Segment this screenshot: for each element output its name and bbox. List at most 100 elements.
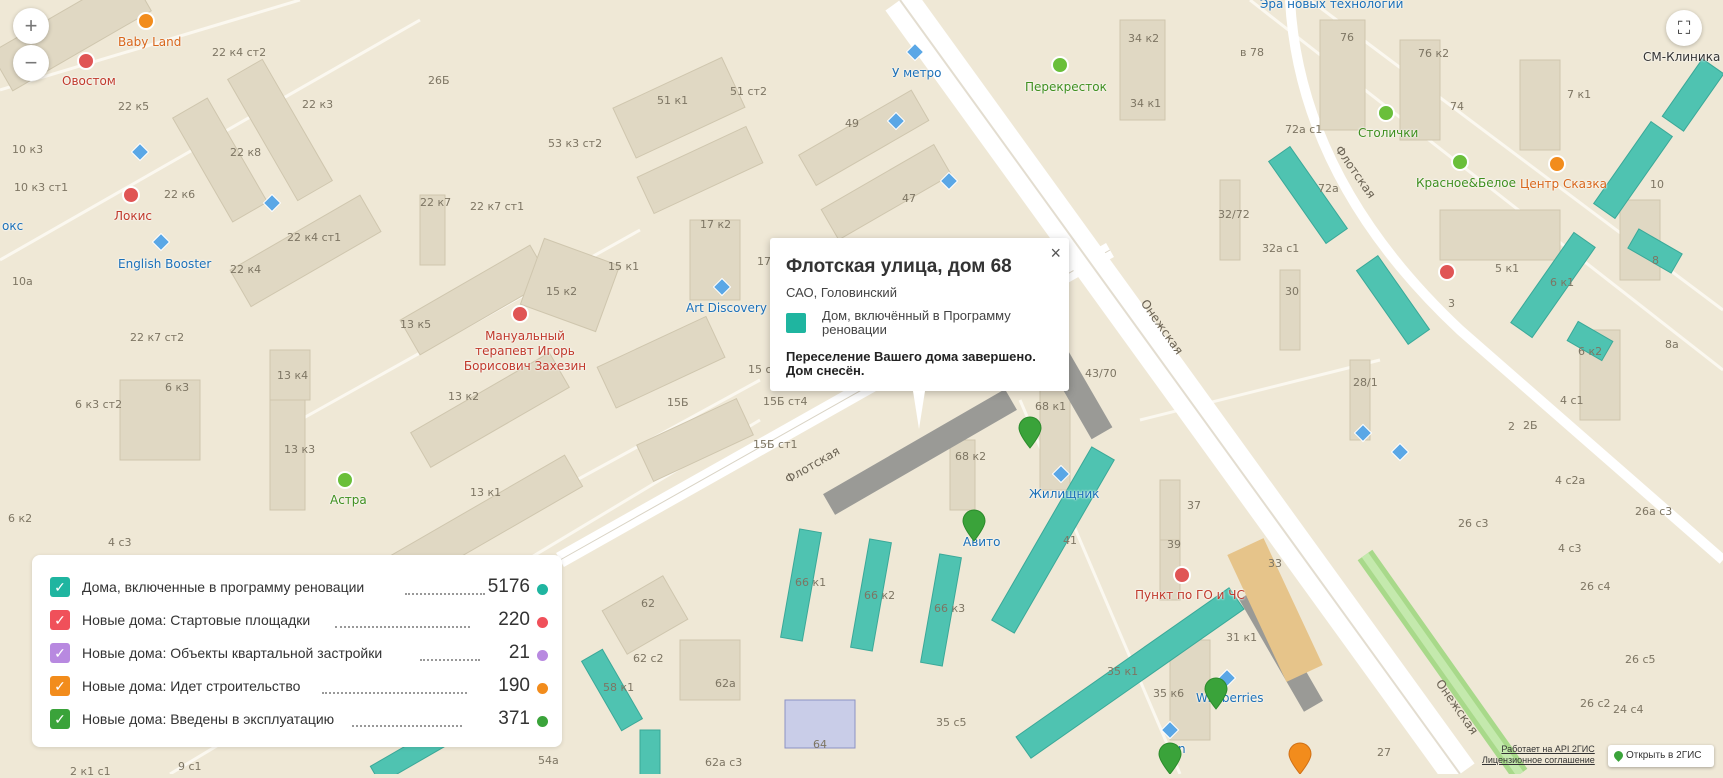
ozon-label: n (1178, 742, 1186, 756)
house-label: 9 с1 (178, 760, 202, 773)
legend-row-label: Новые дома: Стартовые площадки (82, 612, 311, 628)
poi-krasnoe-beloe[interactable]: Красное&Белое (1416, 176, 1516, 190)
house-label: 72а с1 (1285, 123, 1323, 136)
poi-ozon[interactable]: n (1178, 742, 1186, 756)
house-label: 22 к4 ст1 (287, 231, 342, 244)
poi-lokos[interactable]: окс (2, 219, 23, 233)
house-label: 35 к1 (1107, 665, 1139, 678)
poi-lokis[interactable]: Локис (114, 209, 152, 223)
house-label: 2 (1508, 420, 1515, 433)
zoom-in-button[interactable]: + (13, 8, 49, 44)
legend-row-count: 190 (498, 675, 530, 696)
baby-land-label: Baby Land (118, 35, 182, 49)
house-label: 2Б (1523, 419, 1538, 432)
house-label: 26 с4 (1580, 580, 1611, 593)
house-label: 4 с2а (1555, 474, 1586, 487)
centr-skazka-label: Центр Сказка (1520, 177, 1607, 191)
house-label: 68 к1 (1035, 400, 1067, 413)
legend-color-dot (537, 650, 548, 661)
poi-astra[interactable]: Астра (330, 493, 367, 507)
house-label: 10 к3 (12, 143, 44, 156)
poi-english-booster[interactable]: English Booster (118, 257, 211, 271)
poi-punkt-go[interactable]: Пункт по ГО и ЧС (1135, 588, 1245, 602)
poi-ovostom[interactable]: Овостом (62, 74, 116, 88)
house-label: 41 (1063, 534, 1077, 547)
house-label: 49 (845, 117, 859, 130)
house-label: 35 с5 (936, 716, 967, 729)
house-label: 7 к1 (1567, 88, 1592, 101)
house-label: 10а (12, 275, 33, 288)
checkbox[interactable]: ✓ (50, 709, 70, 729)
open-in-2gis-button[interactable]: Открыть в 2ГИС (1608, 745, 1714, 767)
house-label: 39 (1167, 538, 1181, 551)
house-label: 4 с3 (1558, 542, 1582, 555)
house-label: 22 к3 (302, 98, 334, 111)
house-label: 22 к4 (230, 263, 262, 276)
poi-stolichki[interactable]: Столички (1358, 126, 1418, 140)
checkbox[interactable]: ✓ (50, 577, 70, 597)
house-label: 22 к7 ст2 (130, 331, 185, 344)
attribution-api-link[interactable]: Работает на API 2ГИС (1482, 744, 1594, 755)
house-label: 62а (715, 677, 736, 690)
building-popup: × Флотская улица, дом 68 САО, Головински… (770, 238, 1069, 429)
legend-color-dot (537, 716, 548, 727)
poi-sm-clinic[interactable]: СМ-Клиника (1643, 50, 1720, 64)
license-link[interactable]: Лицензионное соглашение (1482, 755, 1595, 766)
checkbox[interactable]: ✓ (50, 643, 70, 663)
poi-perekrestok[interactable]: Перекресток (1025, 80, 1107, 94)
house-label: 66 к1 (795, 576, 827, 589)
poi-u-metro[interactable]: У метро (892, 66, 942, 80)
house-label: 74 (1450, 100, 1464, 113)
legend-row[interactable]: ✓ Новые дома: Стартовые площадки 220 (50, 608, 550, 636)
legend-color-dot (537, 617, 548, 628)
house-label: 22 к7 ст1 (470, 200, 525, 213)
legend-row[interactable]: ✓ Дома, включенные в программу реновации… (50, 575, 550, 603)
leader-dots (335, 614, 470, 628)
house-label: 53 к3 ст2 (548, 137, 603, 150)
legend-row[interactable]: ✓ Новые дома: Объекты квартальной застро… (50, 641, 550, 669)
house-label: 15Б (667, 396, 689, 409)
poi-avito[interactable]: Авито (963, 535, 1000, 549)
poi-art-discovery[interactable]: Art Discovery (686, 301, 767, 315)
krasnoe-beloe-label: Красное&Белое (1416, 176, 1517, 190)
popup-subtitle: САО, Головинский (786, 285, 897, 300)
house-label: 66 к2 (864, 589, 896, 602)
legend-row[interactable]: ✓ Новые дома: Введены в эксплуатацию 371 (50, 707, 550, 735)
fullscreen-button[interactable]: ⛶ (1666, 10, 1702, 46)
house-label: 4 с1 (1560, 394, 1584, 407)
checkbox[interactable]: ✓ (50, 610, 70, 630)
poi-era[interactable]: Эра новых технологий (1260, 0, 1403, 11)
house-label: 2 к1 с1 (70, 765, 111, 778)
zoom-out-button[interactable]: − (13, 45, 49, 81)
house-label: 54а (538, 754, 559, 767)
house-label: 26 с2 (1580, 697, 1611, 710)
art-discovery-label: Art Discovery (686, 301, 767, 315)
house-label: 8 (1652, 254, 1659, 267)
house-label: 8а (1665, 338, 1679, 351)
house-label: 10 к3 ст1 (14, 181, 69, 194)
house-label: 33 (1268, 557, 1282, 570)
close-icon[interactable]: × (1050, 243, 1061, 264)
house-label: 17 к2 (700, 218, 732, 231)
house-label: 15Б ст4 (763, 395, 808, 408)
house-label: 26 с5 (1625, 653, 1656, 666)
poi-baby-land[interactable]: Baby Land (118, 35, 181, 49)
house-label: 22 к6 (164, 188, 196, 201)
legend-color-dot (537, 584, 548, 595)
house-label: 35 к6 (1153, 687, 1185, 700)
poi-wildberries[interactable]: Wildberries (1196, 691, 1264, 705)
poi-manual-therapist[interactable]: Мануальный терапевт Игорь Борисович Захе… (460, 329, 590, 374)
legend-row-count: 371 (498, 708, 530, 729)
checkbox[interactable]: ✓ (50, 676, 70, 696)
legend-row[interactable]: ✓ Новые дома: Идет строительство 190 (50, 674, 550, 702)
house-label: 34 к1 (1130, 97, 1162, 110)
house-label: 58 к1 (603, 681, 635, 694)
house-label: 26 с3 (1458, 517, 1489, 530)
house-label: в 78 (1240, 46, 1264, 59)
house-label: 6 к3 ст2 (75, 398, 123, 411)
zhilishnik-label: Жилищник (1029, 487, 1100, 501)
legend-panel: ✓ Дома, включенные в программу реновации… (32, 555, 562, 747)
poi-centr-skazka[interactable]: Центр Сказка (1520, 177, 1607, 191)
house-label: 6 к2 (8, 512, 33, 525)
poi-zhilishnik[interactable]: Жилищник (1029, 487, 1099, 501)
